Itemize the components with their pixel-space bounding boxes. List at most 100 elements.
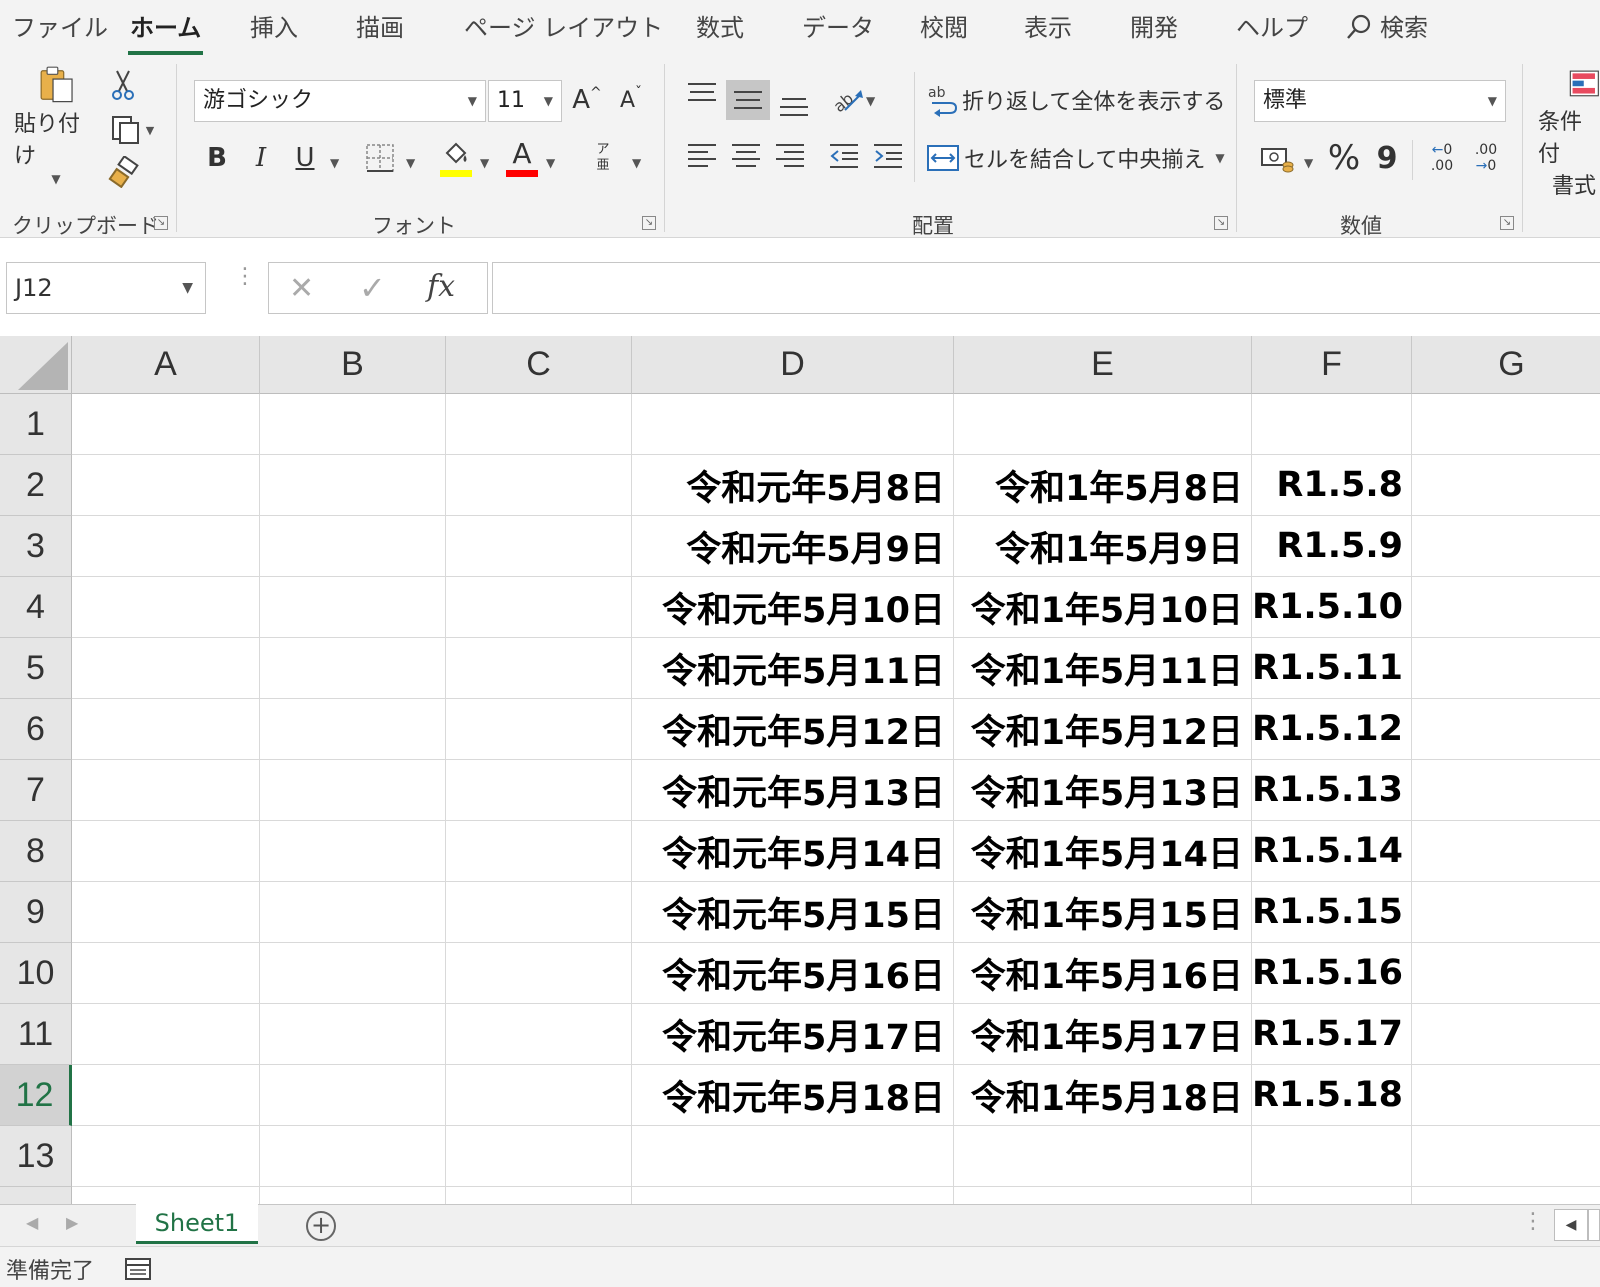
align-middle-button[interactable] [726,80,770,120]
column-header-d[interactable]: D [632,336,954,394]
cell-a7[interactable] [72,760,260,821]
cell-d10[interactable]: 令和元年5月16日 [632,943,954,1004]
cell-a2[interactable] [72,455,260,516]
cell-c11[interactable] [446,1004,632,1065]
column-header-c[interactable]: C [446,336,632,394]
tab-formulas[interactable]: 数式 [696,8,744,43]
borders-button[interactable] [362,140,398,176]
chevron-down-icon[interactable]: ▼ [480,156,489,170]
tab-help[interactable]: ヘルプ [1236,8,1308,43]
row-header-13[interactable]: 13 [0,1126,72,1187]
cell-g11[interactable] [1412,1004,1600,1065]
percent-style-button[interactable]: % [1324,136,1364,180]
cell-f5[interactable]: R1.5.11 [1252,638,1412,699]
cell-d2[interactable]: 令和元年5月8日 [632,455,954,516]
cancel-icon[interactable]: ✕ [289,271,314,306]
cell-f7[interactable]: R1.5.13 [1252,760,1412,821]
macro-record-icon[interactable] [124,1255,152,1281]
orientation-button[interactable]: ab [828,80,868,118]
cell-f1[interactable] [1252,394,1412,455]
conditional-formatting-button[interactable]: 条件付 書式 [1534,70,1600,200]
tab-review[interactable]: 校閲 [920,8,968,43]
cell-c6[interactable] [446,699,632,760]
chevron-down-icon[interactable]: ▼ [546,156,555,170]
cell-a9[interactable] [72,882,260,943]
cell-c1[interactable] [446,394,632,455]
cell-b1[interactable] [260,394,446,455]
format-painter-button[interactable] [106,154,142,190]
align-top-button[interactable] [684,78,720,114]
font-name-select[interactable]: 游ゴシック ▼ [194,80,486,122]
tab-developer[interactable]: 開発 [1130,8,1178,43]
cell-c5[interactable] [446,638,632,699]
font-size-select[interactable]: 11 ▼ [488,80,562,122]
cell-f8[interactable]: R1.5.14 [1252,821,1412,882]
cell-a11[interactable] [72,1004,260,1065]
cell-a12[interactable] [72,1065,260,1126]
add-sheet-button[interactable]: + [306,1211,336,1241]
cell-d7[interactable]: 令和元年5月13日 [632,760,954,821]
chevron-down-icon[interactable]: ▼ [330,156,339,170]
row-header-12[interactable]: 12 [0,1065,72,1126]
row-header-1[interactable]: 1 [0,394,72,455]
row-header-partial[interactable] [0,1187,72,1204]
cell-a5[interactable] [72,638,260,699]
cell-g4[interactable] [1412,577,1600,638]
scroll-left-icon[interactable]: ◀ [26,1213,38,1232]
cell-f10[interactable]: R1.5.16 [1252,943,1412,1004]
cell-b9[interactable] [260,882,446,943]
tab-file[interactable]: ファイル [12,8,108,43]
tab-home[interactable]: ホーム [127,8,204,55]
tab-page-layout[interactable]: ページ レイアウト [464,8,663,43]
column-header-a[interactable]: A [72,336,260,394]
cell-b13[interactable] [260,1126,446,1187]
cell-partial-f[interactable] [1252,1187,1412,1204]
italic-button[interactable]: I [244,138,278,178]
cell-a8[interactable] [72,821,260,882]
cell-a3[interactable] [72,516,260,577]
cell-partial-b[interactable] [260,1187,446,1204]
cell-f12[interactable]: R1.5.18 [1252,1065,1412,1126]
cell-e5[interactable]: 令和1年5月11日 [954,638,1252,699]
cell-f6[interactable]: R1.5.12 [1252,699,1412,760]
chevron-down-icon[interactable]: ▼ [866,94,875,108]
cell-e11[interactable]: 令和1年5月17日 [954,1004,1252,1065]
cell-b10[interactable] [260,943,446,1004]
cell-g9[interactable] [1412,882,1600,943]
cell-e12[interactable]: 令和1年5月18日 [954,1065,1252,1126]
cell-b11[interactable] [260,1004,446,1065]
clipboard-launcher-icon[interactable]: ↘ [154,216,168,230]
cell-g8[interactable] [1412,821,1600,882]
cell-a10[interactable] [72,943,260,1004]
cell-b4[interactable] [260,577,446,638]
cell-e1[interactable] [954,394,1252,455]
merge-center-button[interactable]: セルを結合して中央揃え ▼ [926,138,1226,178]
cell-b8[interactable] [260,821,446,882]
cell-c3[interactable] [446,516,632,577]
row-header-9[interactable]: 9 [0,882,72,943]
formula-bar-grip-icon[interactable]: ⋮ [234,266,256,288]
tab-split-grip-icon[interactable]: ⋮ [1522,1209,1544,1234]
cell-d6[interactable]: 令和元年5月12日 [632,699,954,760]
cell-partial-c[interactable] [446,1187,632,1204]
cell-a4[interactable] [72,577,260,638]
cell-e6[interactable]: 令和1年5月12日 [954,699,1252,760]
horizontal-scroll-left-button[interactable]: ◀ [1554,1209,1588,1241]
name-box[interactable]: J12 ▼ [6,262,206,314]
cell-g5[interactable] [1412,638,1600,699]
select-all-button[interactable] [0,336,72,394]
cell-c4[interactable] [446,577,632,638]
font-color-button[interactable]: A [502,136,542,180]
row-header-2[interactable]: 2 [0,455,72,516]
cell-b2[interactable] [260,455,446,516]
cell-e13[interactable] [954,1126,1252,1187]
cell-f9[interactable]: R1.5.15 [1252,882,1412,943]
cell-b6[interactable] [260,699,446,760]
column-header-g[interactable]: G [1412,336,1600,394]
cell-d11[interactable]: 令和元年5月17日 [632,1004,954,1065]
row-header-7[interactable]: 7 [0,760,72,821]
column-header-e[interactable]: E [954,336,1252,394]
cell-d8[interactable]: 令和元年5月14日 [632,821,954,882]
cell-g13[interactable] [1412,1126,1600,1187]
align-bottom-button[interactable] [776,84,812,120]
